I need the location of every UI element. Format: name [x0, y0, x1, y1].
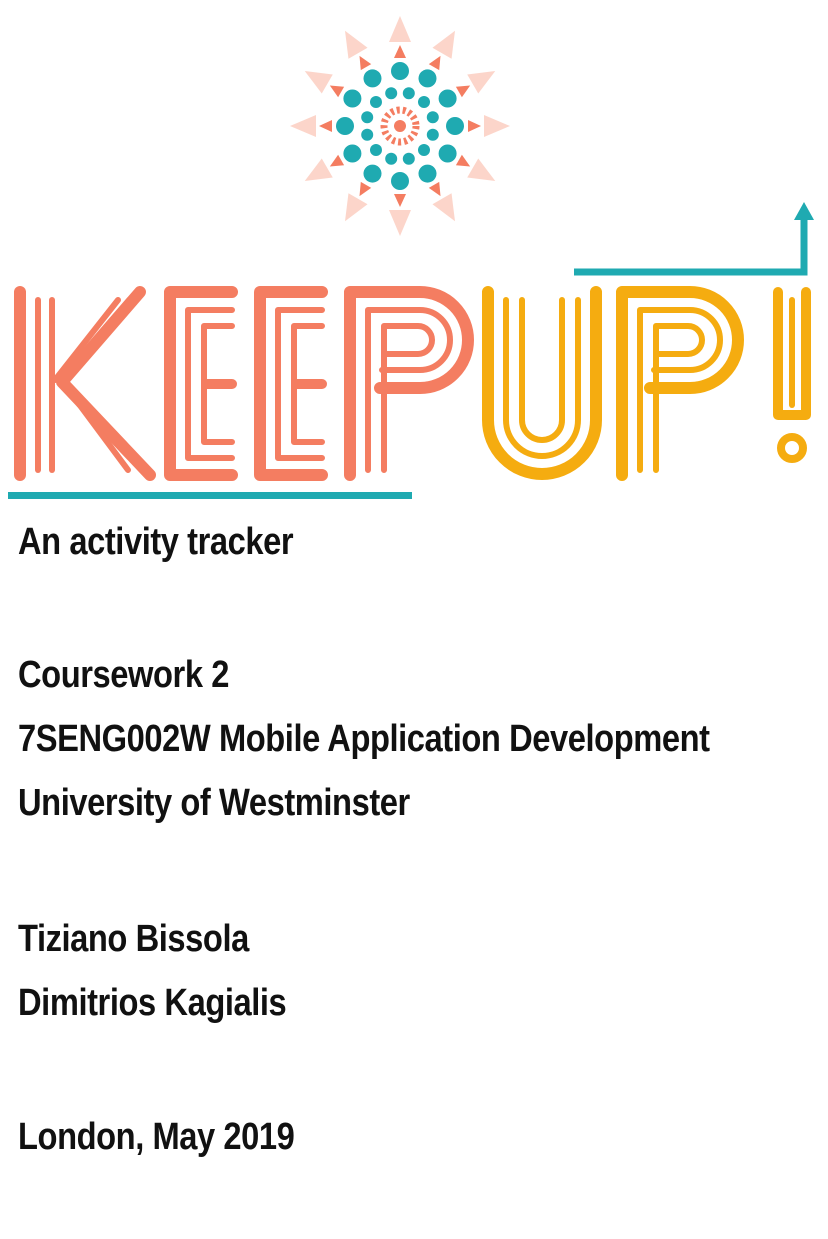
module-name: 7SENG002W Mobile Application Development: [18, 718, 710, 760]
author-name: Dimitrios Kagialis: [18, 982, 287, 1024]
logo-underline: [8, 492, 412, 499]
date-block: London, May 2019: [18, 1105, 295, 1169]
teal-arrow-icon: [574, 202, 814, 276]
logo-word-keep: [14, 286, 474, 481]
logo-letter-e1: [164, 286, 238, 481]
logo-letter-u: [482, 286, 602, 480]
course-block: Coursework 2 7SENG002W Mobile Applicatio…: [18, 643, 710, 835]
author-name: Tiziano Bissola: [18, 918, 249, 960]
place-date: London, May 2019: [18, 1116, 295, 1158]
keepup-logo: [8, 16, 814, 499]
logo-exclamation: [773, 287, 811, 463]
logo-letter-p2: [616, 286, 744, 481]
logo-letter-e2: [254, 286, 328, 481]
authors-block: Tiziano Bissola Dimitrios Kagialis: [18, 907, 287, 1035]
logo-letter-k: [14, 286, 156, 481]
subtitle-block: An activity tracker: [18, 510, 294, 574]
course-title: Coursework 2: [18, 654, 229, 696]
logo-word-up: [482, 286, 811, 481]
sunburst-dots-icon: [290, 16, 510, 236]
university-name: University of Westminster: [18, 782, 410, 824]
subtitle: An activity tracker: [18, 521, 294, 563]
logo-letter-p: [344, 286, 474, 481]
